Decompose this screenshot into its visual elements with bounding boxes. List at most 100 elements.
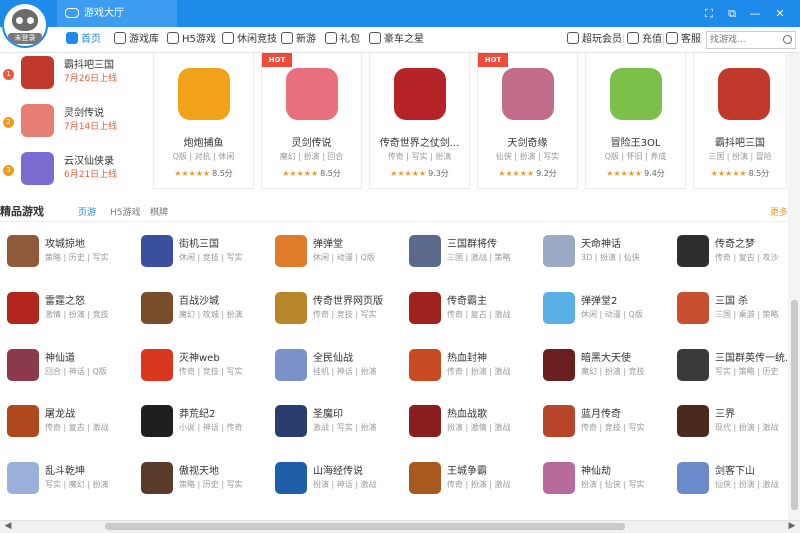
game-icon (409, 292, 441, 324)
hot-badge: HOT (262, 53, 292, 67)
game-list-item[interactable]: 灭神web 传奇 | 竞技 | 写实 (141, 349, 271, 393)
rank-badge: 3 (3, 165, 14, 176)
game-list-item[interactable]: 蓝月传奇 传奇 | 竞技 | 写实 (543, 405, 673, 449)
featured-game-card[interactable]: 炮炮捕鱼 Q版 | 对抗 | 休闲 ★★★★★ 8.5分 (153, 53, 254, 189)
nav-item-casual[interactable]: 休闲竞技 (222, 27, 277, 53)
featured-game-card[interactable]: 霸抖吧三国 三国 | 扮演 | 冒险 ★★★★★ 8.5分 (693, 53, 787, 189)
game-list-item[interactable]: 三国群将传 三国 | 激战 | 策略 (409, 235, 539, 279)
featured-game-tags: 三国 | 扮演 | 冒险 (708, 152, 772, 161)
game-icon (7, 292, 39, 324)
tab-game-hall[interactable]: 游戏大厅 (57, 0, 177, 27)
rating-score: 8.5分 (320, 169, 341, 178)
vertical-scroll-thumb[interactable] (791, 300, 798, 510)
game-name: 传奇霸主 (447, 296, 487, 307)
game-list-item[interactable]: 乱斗乾坤 写实 | 魔幻 | 扮演 (7, 462, 137, 506)
nav-item-luxury-car[interactable]: 豪车之星 (369, 27, 424, 53)
nav-item-game-library[interactable]: 游戏库 (114, 27, 159, 53)
search-input[interactable] (707, 32, 783, 48)
game-icon (677, 349, 709, 381)
nav-item-h5-games[interactable]: H5游戏 (167, 27, 216, 53)
game-list-item[interactable]: 百战沙城 魔幻 | 攻城 | 扮演 (141, 292, 271, 336)
game-list-item[interactable]: 傲视天地 策略 | 历史 | 写实 (141, 462, 271, 506)
game-name: 三国 杀 (715, 296, 749, 307)
scroll-left-arrow-icon[interactable]: ◀ (2, 520, 14, 533)
recharge-link[interactable]: 充值 (627, 27, 662, 53)
featured-game-card[interactable]: HOT 天剑奇缘 仙侠 | 扮演 | 写实 ★★★★★ 9.2分 (477, 53, 578, 189)
vip-link[interactable]: 超玩会员 (567, 27, 622, 53)
gift-icon (325, 32, 337, 44)
game-name: 全民仙战 (313, 353, 353, 364)
game-list-item[interactable]: 热血战歌 扮演 | 激情 | 激战 (409, 405, 539, 449)
more-link[interactable]: 更多 (770, 205, 788, 218)
nav-item-gifts[interactable]: 礼包 (325, 27, 360, 53)
game-list-item[interactable]: 全民仙战 挂机 | 神话 | 扮演 (275, 349, 405, 393)
close-icon[interactable]: ✕ (771, 0, 789, 27)
horizontal-scroll-thumb[interactable] (105, 523, 625, 530)
new-game-date: 7月14日上线 (64, 122, 118, 132)
game-list-item[interactable]: 屠龙战传奇 | 复古 | 激战 (7, 405, 137, 449)
game-list-item[interactable]: 弹弹堂 休闲 | 动漫 | Q版 (275, 235, 405, 279)
game-icon (141, 405, 173, 437)
game-list-item[interactable]: 暗黑大天使 魔幻 | 扮演 | 竞技 (543, 349, 673, 393)
featured-game-card[interactable]: 传奇世界之仗剑... 传奇 | 写实 | 扮演 ★★★★★ 9.3分 (369, 53, 470, 189)
fullscreen-icon[interactable]: ⛶ (700, 0, 718, 27)
game-thumbnail-icon (21, 152, 54, 185)
game-list-item[interactable]: 三国群英传一统... 写实 | 策略 | 历史 (677, 349, 800, 393)
search-icon[interactable] (783, 35, 792, 44)
featured-game-name: 炮炮捕鱼 (183, 138, 224, 149)
featured-game-card[interactable]: 冒险王3OL Q版 | 怀旧 | 养成 ★★★★★ 9.4分 (585, 53, 686, 189)
game-list-item[interactable]: 传奇之梦 传奇 | 复古 | 攻沙 (677, 235, 800, 279)
game-name: 灭神web (179, 353, 220, 364)
scroll-right-arrow-icon[interactable]: ▶ (786, 520, 798, 533)
tab-web-games[interactable]: 页游 (78, 205, 96, 218)
game-icon (7, 405, 39, 437)
game-tags: 扮演 | 激情 | 激战 (447, 423, 511, 432)
game-list-item[interactable]: 街机三国 休闲 | 竞技 | 写实 (141, 235, 271, 279)
game-list-item[interactable]: 三国 杀三国 | 桌游 | 策略 (677, 292, 800, 336)
game-tags: 传奇 | 复古 | 激战 (45, 423, 109, 432)
game-tags: 仙侠 | 扮演 | 激战 (715, 480, 779, 489)
service-label: 客服 (681, 34, 701, 45)
game-list-item[interactable]: 山海经传说 扮演 | 神话 | 激战 (275, 462, 405, 506)
tab-board-games[interactable]: 棋牌 (150, 205, 168, 218)
restore-window-icon[interactable]: ⧉ (723, 0, 741, 27)
game-tags: 激战 | 写实 | 扮演 (313, 423, 377, 432)
game-list-item[interactable]: 王城争霸 传奇 | 扮演 | 激战 (409, 462, 539, 506)
list-item[interactable]: 3 云汉仙侠录 6月21日上线 (0, 149, 150, 199)
game-tags: 3D | 扮演 | 仙侠 (581, 253, 640, 262)
game-icon (141, 349, 173, 381)
home-icon (66, 32, 78, 44)
nav-item-home[interactable]: 首页 (66, 27, 101, 53)
game-list-item[interactable]: 弹弹堂2 休闲 | 动漫 | Q版 (543, 292, 673, 336)
game-list-item[interactable]: 神仙道 回合 | 神话 | Q版 (7, 349, 137, 393)
game-tags: 现代 | 扮演 | 激战 (715, 423, 779, 432)
game-list-item[interactable]: 传奇世界网页版 传奇 | 竞技 | 写实 (275, 292, 405, 336)
game-list-item[interactable]: 雷霆之怒 激情 | 扮演 | 竞技 (7, 292, 137, 336)
game-list-item[interactable]: 剑客下山 仙侠 | 扮演 | 激战 (677, 462, 800, 506)
rating: ★★★★★ 9.2分 (478, 168, 577, 179)
featured-game-card[interactable]: HOT 灵剑传说 魔幻 | 扮演 | 回合 ★★★★★ 8.5分 (261, 53, 362, 189)
game-tags: 魔幻 | 扮演 | 竞技 (581, 367, 645, 376)
game-list-item[interactable]: 传奇霸主 传奇 | 复古 | 激战 (409, 292, 539, 336)
game-icon (141, 292, 173, 324)
game-list-item[interactable]: 天命神话 3D | 扮演 | 仙侠 (543, 235, 673, 279)
game-name: 屠龙战 (45, 409, 75, 420)
avatar[interactable]: 未登录 (2, 2, 48, 48)
game-list-item[interactable]: 莽荒纪2 小说 | 神话 | 传奇 (141, 405, 271, 449)
game-tags: 策略 | 历史 | 写实 (179, 480, 243, 489)
game-list-item[interactable]: 攻城掠地 策略 | 历史 | 写实 (7, 235, 137, 279)
game-list-item[interactable]: 神仙劫 扮演 | 仙侠 | 写实 (543, 462, 673, 506)
minimize-icon[interactable]: — (746, 0, 764, 27)
game-tags: 扮演 | 神话 | 激战 (313, 480, 377, 489)
game-list-item[interactable]: 圣魔印 激战 | 写实 | 扮演 (275, 405, 405, 449)
game-list-item[interactable]: 热血封神 传奇 | 扮演 | 激战 (409, 349, 539, 393)
nav-item-new-games[interactable]: 新游 (281, 27, 316, 53)
service-link[interactable]: 客服 (666, 27, 701, 53)
rating-score: 9.2分 (536, 169, 557, 178)
game-list-item[interactable]: 三界 现代 | 扮演 | 激战 (677, 405, 800, 449)
tab-h5-games[interactable]: H5游戏 (110, 205, 141, 218)
gamepad-icon (114, 32, 126, 44)
list-item[interactable]: 2 灵剑传说 7月14日上线 (0, 101, 150, 151)
list-item[interactable]: 1 霸抖吧三国 7月26日上线 (0, 53, 150, 103)
game-name: 攻城掠地 (45, 239, 85, 250)
